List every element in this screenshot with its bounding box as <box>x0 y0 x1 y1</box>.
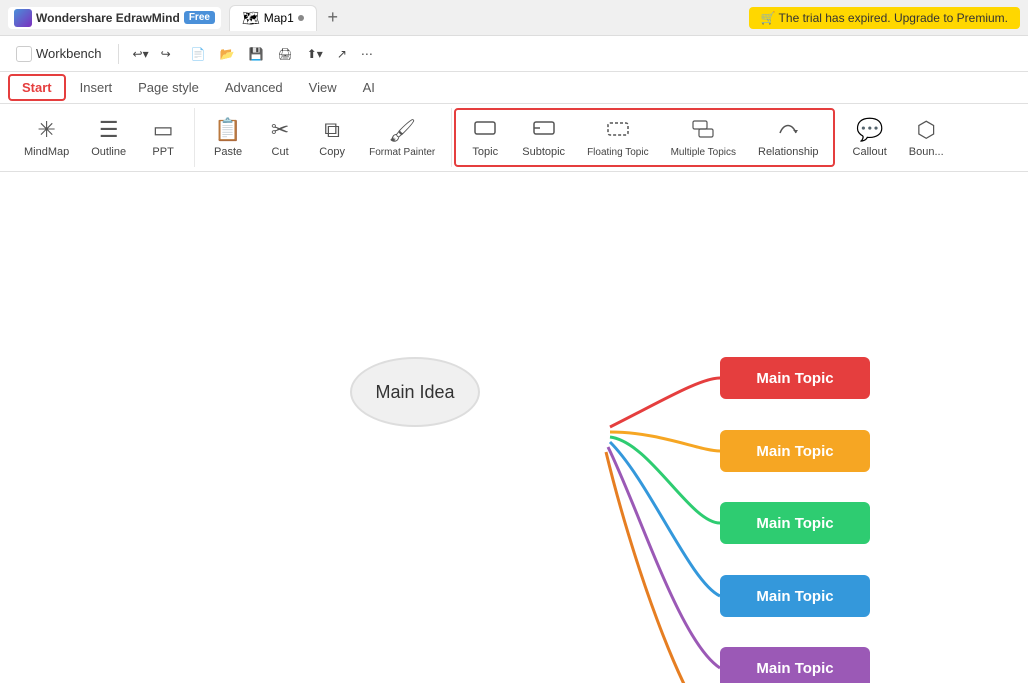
callout-icon: 💬 <box>856 117 883 143</box>
callout-button[interactable]: 💬 Callout <box>843 109 897 167</box>
topic-2-label: Main Topic <box>756 443 833 460</box>
topic-button[interactable]: Topic <box>460 109 510 167</box>
topic-node-1[interactable]: Main Topic <box>720 357 870 399</box>
app-name: Wondershare EdrawMind <box>36 11 180 25</box>
multiple-topics-button[interactable]: Multiple Topics <box>661 109 746 167</box>
view-group: ✳ MindMap ☰ Outline ▭ PPT <box>8 108 195 167</box>
app-logo-icon <box>14 9 32 27</box>
topic-label: Topic <box>472 146 498 158</box>
relationship-icon <box>776 117 800 143</box>
map-tab[interactable]: 🗺 Map1 <box>229 5 317 31</box>
tab-advanced[interactable]: Advanced <box>213 76 295 99</box>
format-painter-button[interactable]: 🖌 Format Painter <box>359 109 445 167</box>
menu-bar: Workbench ↩▾ ↪ 📄 📂 💾 🖨 ⬆▾ ↗ ⋯ <box>0 36 1028 72</box>
extra-group: 💬 Callout ⬡ Boun... <box>837 108 960 167</box>
mindmap-icon: ✳ <box>37 117 55 143</box>
subtopic-label: Subtopic <box>522 146 565 158</box>
topic-1-label: Main Topic <box>756 370 833 387</box>
workbench-button[interactable]: Workbench <box>8 42 110 66</box>
boundary-icon: ⬡ <box>917 117 936 143</box>
tab-unsaved-dot <box>298 15 304 21</box>
share-button[interactable]: ↗ <box>331 44 353 64</box>
undo-button[interactable]: ↩▾ <box>127 44 155 64</box>
topic-node-4[interactable]: Main Topic <box>720 575 870 617</box>
more-button[interactable]: ⋯ <box>355 44 379 64</box>
paste-label: Paste <box>214 146 242 158</box>
map-tab-label: Map1 <box>264 11 294 25</box>
workbench-icon <box>16 46 32 62</box>
format-painter-icon: 🖌 <box>388 118 416 144</box>
open-file-button[interactable]: 📂 <box>214 44 241 64</box>
redo-button[interactable]: ↪ <box>155 44 177 64</box>
topic-group: Topic Subtopic Floating Topic Multiple T… <box>454 108 834 167</box>
mindmap-button[interactable]: ✳ MindMap <box>14 109 79 167</box>
topic-node-2[interactable]: Main Topic <box>720 430 870 472</box>
outline-button[interactable]: ☰ Outline <box>81 109 136 167</box>
topic-3-label: Main Topic <box>756 515 833 532</box>
relationship-label: Relationship <box>758 146 819 158</box>
tab-page-style[interactable]: Page style <box>126 76 211 99</box>
boundary-label: Boun... <box>909 146 944 158</box>
topic-4-label: Main Topic <box>756 588 833 605</box>
boundary-button[interactable]: ⬡ Boun... <box>899 109 954 167</box>
save-button[interactable]: 💾 <box>243 44 270 64</box>
print-button[interactable]: 🖨 <box>272 44 299 64</box>
workbench-label: Workbench <box>36 46 102 61</box>
copy-icon: ⧉ <box>324 117 340 143</box>
export-button[interactable]: ⬆▾ <box>301 44 329 64</box>
mindmap-svg <box>0 172 1028 683</box>
tab-bar: 🗺 Map1 + <box>229 5 741 31</box>
floating-topic-label: Floating Topic <box>587 147 649 158</box>
copy-label: Copy <box>319 146 345 158</box>
edit-group: 📋 Paste ✂ Cut ⧉ Copy 🖌 Format Painter <box>197 108 452 167</box>
relationship-button[interactable]: Relationship <box>748 109 829 167</box>
separator-1 <box>118 44 119 64</box>
subtopic-button[interactable]: Subtopic <box>512 109 575 167</box>
topic-5-label: Main Topic <box>756 660 833 677</box>
ribbon-tabs: Start Insert Page style Advanced View AI <box>0 72 1028 104</box>
new-file-button[interactable]: 📄 <box>185 44 212 64</box>
outline-label: Outline <box>91 146 126 158</box>
ppt-label: PPT <box>152 146 173 158</box>
new-tab-button[interactable]: + <box>321 6 345 30</box>
trial-text: 🛒 The trial has expired. Upgrade to Prem… <box>761 11 1009 25</box>
trial-banner[interactable]: 🛒 The trial has expired. Upgrade to Prem… <box>749 7 1021 29</box>
copy-button[interactable]: ⧉ Copy <box>307 109 357 167</box>
free-badge: Free <box>184 11 215 24</box>
tab-start[interactable]: Start <box>8 74 66 101</box>
main-idea-node[interactable]: Main Idea <box>350 357 480 427</box>
tab-view[interactable]: View <box>297 76 349 99</box>
paste-button[interactable]: 📋 Paste <box>203 109 253 167</box>
callout-label: Callout <box>853 146 887 158</box>
topic-node-5[interactable]: Main Topic <box>720 647 870 683</box>
paste-icon: 📋 <box>214 117 241 143</box>
subtopic-icon <box>532 117 556 143</box>
title-bar: Wondershare EdrawMind Free 🗺 Map1 + 🛒 Th… <box>0 0 1028 36</box>
cut-label: Cut <box>272 146 289 158</box>
cut-button[interactable]: ✂ Cut <box>255 109 305 167</box>
floating-topic-button[interactable]: Floating Topic <box>577 109 659 167</box>
undo-redo-group: ↩▾ ↪ <box>127 44 177 64</box>
ppt-button[interactable]: ▭ PPT <box>138 109 188 167</box>
topic-icon <box>473 117 497 143</box>
outline-icon: ☰ <box>99 117 119 143</box>
map-tab-icon: 🗺 <box>242 10 260 27</box>
canvas[interactable]: Main Idea Main Topic Main Topic Main Top… <box>0 172 1028 683</box>
format-painter-label: Format Painter <box>369 147 435 158</box>
cut-icon: ✂ <box>271 117 289 143</box>
topic-node-3[interactable]: Main Topic <box>720 502 870 544</box>
floating-topic-icon <box>606 118 630 144</box>
app-logo: Wondershare EdrawMind Free <box>8 7 221 29</box>
ppt-icon: ▭ <box>153 117 174 143</box>
multiple-topics-icon <box>691 118 715 144</box>
multiple-topics-label: Multiple Topics <box>671 147 736 158</box>
tab-ai[interactable]: AI <box>351 76 387 99</box>
tab-insert[interactable]: Insert <box>68 76 125 99</box>
main-idea-label: Main Idea <box>375 382 454 403</box>
mindmap-label: MindMap <box>24 146 69 158</box>
mindmap-container: Main Idea Main Topic Main Topic Main Top… <box>0 172 1028 683</box>
toolbar: ✳ MindMap ☰ Outline ▭ PPT 📋 Paste ✂ Cut … <box>0 104 1028 172</box>
file-actions-group: 📄 📂 💾 🖨 ⬆▾ ↗ ⋯ <box>185 44 379 64</box>
